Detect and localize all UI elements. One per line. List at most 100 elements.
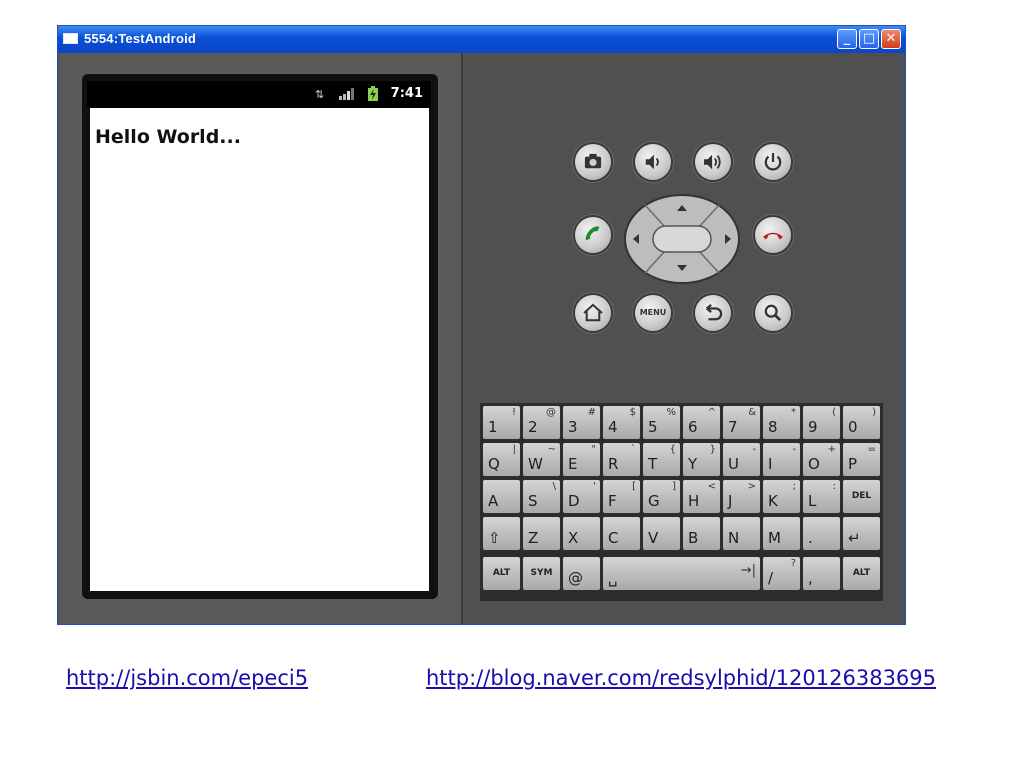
- key-t-r1c4[interactable]: T{: [642, 442, 681, 477]
- key-c-r3c3[interactable]: C: [602, 516, 641, 551]
- back-button[interactable]: [693, 293, 733, 333]
- key-v-r3c4[interactable]: V: [642, 516, 681, 551]
- key-label: I: [768, 455, 773, 473]
- key-h-r2c5[interactable]: H <: [682, 479, 721, 514]
- power-button[interactable]: [753, 142, 793, 182]
- key-l-r2c8[interactable]: L:: [802, 479, 841, 514]
- key-label: Y: [688, 455, 698, 473]
- key-alt-label: @: [546, 407, 556, 418]
- blog-link[interactable]: http://blog.naver.com/redsylphid/1201263…: [426, 666, 936, 690]
- title-bar[interactable]: 5554:TestAndroid _ □ ✕: [58, 26, 905, 53]
- key-g-r2c4[interactable]: G]: [642, 479, 681, 514]
- volume-up-button[interactable]: [693, 142, 733, 182]
- key-label: 9: [808, 418, 818, 436]
- camera-button[interactable]: [573, 142, 613, 182]
- minimize-button[interactable]: _: [837, 29, 857, 49]
- key-7-r0c6[interactable]: 7 &: [722, 405, 761, 440]
- key-8-r0c7[interactable]: 8 *: [762, 405, 801, 440]
- key-5-r0c4[interactable]: 5%: [642, 405, 681, 440]
- key-sym0-r3c0[interactable]: ⇧: [482, 516, 521, 551]
- key-sym2-r4c2[interactable]: @: [562, 556, 601, 591]
- key-r-r1c3[interactable]: R `: [602, 442, 641, 477]
- key-a-r2c0[interactable]: A: [482, 479, 521, 514]
- key-label: N: [728, 529, 740, 547]
- key-label: A: [488, 492, 499, 510]
- key-o-r1c8[interactable]: O +: [802, 442, 841, 477]
- end-call-button[interactable]: [753, 215, 793, 255]
- key-s-r2c1[interactable]: S \: [522, 479, 561, 514]
- key-label: 2: [528, 418, 538, 436]
- back-icon: [705, 304, 723, 321]
- phone-call-icon: [585, 226, 600, 241]
- key-d-r2c2[interactable]: D ': [562, 479, 601, 514]
- key-del-r2c9[interactable]: DEL: [842, 479, 881, 514]
- key-alt-label: `: [631, 444, 636, 455]
- key-f-r2c3[interactable]: F[: [602, 479, 641, 514]
- maximize-icon: □: [862, 31, 876, 46]
- key-w-r1c1[interactable]: W ~: [522, 442, 561, 477]
- home-button[interactable]: [573, 293, 613, 333]
- key-1-r0c0[interactable]: 1!: [482, 405, 521, 440]
- key-6-r0c5[interactable]: 6 ^: [682, 405, 721, 440]
- key-p-r1c9[interactable]: P =: [842, 442, 881, 477]
- key-label: L: [808, 492, 817, 510]
- close-button[interactable]: ✕: [881, 29, 901, 49]
- call-button[interactable]: [573, 215, 613, 255]
- volume-up-icon: [704, 154, 721, 170]
- key-j-r2c6[interactable]: J >: [722, 479, 761, 514]
- key-sym5-r4c5[interactable]: ,: [802, 556, 841, 591]
- hardware-keyboard: 1! 2 @3 #4 $5% 6 ^ 7 & 8 * 9(0) Q | W ~ E " R ` T{Y} U - I - O + P =…: [480, 403, 883, 601]
- key-u-r1c6[interactable]: U-: [722, 442, 761, 477]
- key-alt-label: -: [792, 444, 796, 455]
- home-icon: [583, 303, 603, 322]
- key-label: H: [688, 492, 700, 510]
- key-4-r0c3[interactable]: 4 $: [602, 405, 641, 440]
- key-sym8-r3c8[interactable]: .: [802, 516, 841, 551]
- key-label: X: [568, 529, 579, 547]
- dpad[interactable]: [623, 193, 740, 285]
- key-label: SYM: [530, 568, 553, 578]
- key-sym-r4c1[interactable]: SYM: [522, 556, 561, 591]
- search-button[interactable]: [753, 293, 793, 333]
- key-y-r1c5[interactable]: Y}: [682, 442, 721, 477]
- key-label: K: [768, 492, 778, 510]
- key-9-r0c8[interactable]: 9(: [802, 405, 841, 440]
- key-2-r0c1[interactable]: 2 @: [522, 405, 561, 440]
- key-label: W: [528, 455, 543, 473]
- key-n-r3c6[interactable]: N: [722, 516, 761, 551]
- key-alt-r4c6[interactable]: ALT: [842, 556, 881, 591]
- key-label: G: [648, 492, 660, 510]
- key-alt-label: ~: [547, 444, 556, 455]
- key-m-r3c7[interactable]: M: [762, 516, 801, 551]
- key-alt-label: !: [511, 407, 516, 418]
- key-z-r3c1[interactable]: Z: [522, 516, 561, 551]
- status-bar: ⇅ 7:41: [87, 81, 431, 108]
- app-screen[interactable]: Hello World...: [90, 108, 429, 591]
- end-call-icon: [763, 232, 783, 240]
- menu-button[interactable]: MENU: [633, 293, 673, 333]
- key-0-r0c9[interactable]: 0): [842, 405, 881, 440]
- key-label: Q: [488, 455, 500, 473]
- key-k-r2c7[interactable]: K;: [762, 479, 801, 514]
- key-3-r0c2[interactable]: 3 #: [562, 405, 601, 440]
- key-x-r3c2[interactable]: X: [562, 516, 601, 551]
- key-label: B: [688, 529, 699, 547]
- key-sym9-r3c9[interactable]: ↵: [842, 516, 881, 551]
- maximize-button[interactable]: □: [859, 29, 879, 49]
- search-icon: [764, 304, 782, 322]
- key-i-r1c7[interactable]: I-: [762, 442, 801, 477]
- key-label: ↵: [848, 529, 861, 547]
- key-alt-r4c0[interactable]: ALT: [482, 556, 521, 591]
- key-b-r3c5[interactable]: B: [682, 516, 721, 551]
- jsbin-link[interactable]: http://jsbin.com/epeci5: [66, 666, 308, 690]
- key-label: 5: [648, 418, 658, 436]
- volume-down-icon: [645, 154, 659, 170]
- key-e-r1c2[interactable]: E ": [562, 442, 601, 477]
- key-sym4-r4c4[interactable]: /?: [762, 556, 801, 591]
- key-sym3-r4c3[interactable]: ␣ →|: [602, 556, 761, 591]
- key-alt-label: $: [629, 407, 636, 418]
- volume-down-button[interactable]: [633, 142, 673, 182]
- key-alt-label: ': [593, 481, 596, 492]
- key-label: DEL: [851, 491, 872, 501]
- key-q-r1c0[interactable]: Q |: [482, 442, 521, 477]
